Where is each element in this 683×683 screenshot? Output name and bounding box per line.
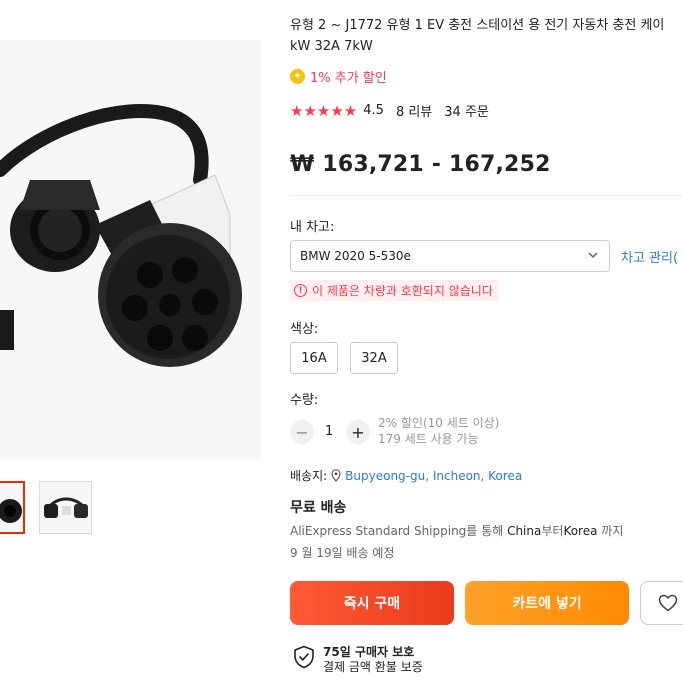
color-label: 색상: [290, 322, 319, 337]
shipping-method: AliExpress Standard Shipping를 통해 [290, 524, 508, 538]
heart-icon [658, 594, 677, 612]
warning-text: 이 제품은 차량과 호환되지 않습니다 [312, 284, 493, 298]
chevron-down-icon [588, 252, 598, 259]
buy-now-button[interactable]: 즉시 구매 [290, 581, 454, 625]
option-16a[interactable]: 16A [290, 342, 338, 374]
star-rating-icon: ★★★★★ [290, 101, 358, 120]
quantity-value[interactable]: 1 [325, 424, 333, 439]
location-pin-icon [331, 469, 341, 482]
price-range: ₩ 163,721 - 167,252 [290, 152, 551, 177]
car-select[interactable]: BMW 2020 5-530e [290, 240, 610, 272]
ship-location-link[interactable]: Bupyeong-gu, Incheon, Korea [345, 469, 522, 483]
option-32a[interactable]: 32A [350, 342, 398, 374]
shield-check-icon [294, 645, 314, 669]
ship-mid: 부터 [541, 524, 564, 538]
wishlist-button[interactable] [640, 581, 683, 625]
compatibility-warning: ! 이 제품은 차량과 호환되지 않습니다 [290, 280, 499, 301]
divider [290, 195, 683, 196]
bulk-discount-note: 2% 할인(10 세트 이상) [378, 416, 500, 430]
product-gallery [0, 0, 262, 683]
protection-text: 75일 구매자 보호 결제 금액 환불 보증 [323, 645, 423, 675]
quantity-increase-button[interactable]: + [346, 420, 370, 444]
quantity-notes: 2% 할인(10 세트 이상) 179 세트 사용 가능 [378, 415, 499, 447]
info-icon: ! [294, 284, 307, 297]
review-count[interactable]: 8 리뷰 [396, 101, 432, 120]
quantity-label: 수량: [290, 393, 319, 408]
ship-from: China [507, 524, 542, 538]
shipping-description[interactable]: AliExpress Standard Shipping를 통해 China부터… [290, 522, 623, 539]
product-main-image[interactable] [0, 40, 262, 460]
thumbnail-1[interactable] [0, 481, 25, 534]
ship-to-label: 배송지: [290, 469, 328, 483]
title-line-2: kW 32A 7kW [290, 39, 373, 54]
coin-icon: ✦ [290, 69, 305, 84]
free-shipping-title: 무료 배송 [290, 500, 347, 516]
protection-subtitle: 결제 금액 환불 보증 [323, 660, 423, 674]
title-line-1: 유형 2 ~ J1772 유형 1 EV 충전 스테이션 용 전기 자동차 충전… [290, 18, 665, 33]
stock-note: 179 세트 사용 가능 [378, 432, 479, 446]
promo-text: 1% 추가 할인 [310, 71, 387, 86]
product-details: 유형 2 ~ J1772 유형 1 EV 충전 스테이션 용 전기 자동차 충전… [290, 0, 683, 683]
quantity-decrease-button[interactable]: − [290, 420, 314, 444]
rating-row[interactable]: ★★★★★ 4.5 8 리뷰 34 주문 [290, 101, 489, 121]
protection-title: 75일 구매자 보호 [323, 645, 415, 659]
add-to-cart-button[interactable]: 카트에 넣기 [465, 581, 629, 625]
promo-badge[interactable]: ✦ 1% 추가 할인 [290, 67, 387, 86]
ship-to-row: 배송지: Bupyeong-gu, Incheon, Korea [290, 467, 522, 484]
ship-to-country: Korea [563, 524, 598, 538]
order-count: 34 주문 [444, 105, 489, 120]
manage-garage-link[interactable]: 차고 관리( [621, 247, 678, 266]
delivery-estimate: 9 월 19일 배송 예정 [290, 546, 395, 560]
selected-car: BMW 2020 5-530e [300, 249, 411, 263]
garage-label: 내 차고: [290, 220, 335, 235]
product-title: 유형 2 ~ J1772 유형 1 EV 충전 스테이션 용 전기 자동차 충전… [290, 15, 683, 57]
rating-score: 4.5 [363, 103, 384, 118]
buyer-protection[interactable]: 75일 구매자 보호 결제 금액 환불 보증 [293, 645, 423, 675]
ship-suffix: 까지 [597, 524, 624, 538]
thumbnail-2[interactable] [39, 481, 92, 534]
